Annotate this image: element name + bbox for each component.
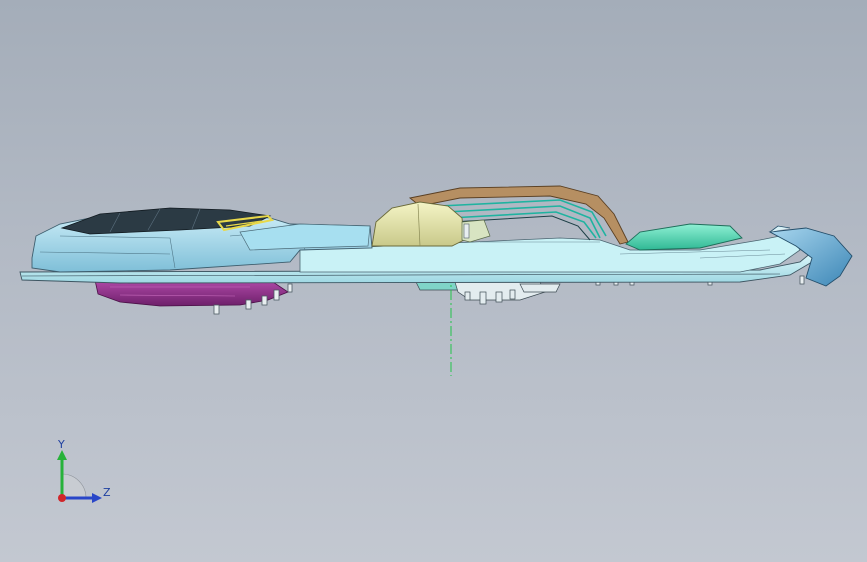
- cad-model[interactable]: [0, 0, 867, 562]
- orientation-triad[interactable]: Y Z: [40, 436, 120, 512]
- triad-arc: [61, 473, 87, 499]
- cad-3d-viewport[interactable]: Y Z: [0, 0, 867, 562]
- magenta-underbody[interactable]: [94, 279, 289, 307]
- x-axis-origin: [58, 494, 66, 502]
- z-axis-head: [92, 493, 102, 503]
- y-axis-label: Y: [57, 438, 65, 451]
- y-axis-head: [57, 450, 67, 460]
- z-axis-label: Z: [103, 486, 111, 499]
- cushion-latch: [463, 223, 470, 239]
- center-bracket-cluster[interactable]: [414, 279, 561, 305]
